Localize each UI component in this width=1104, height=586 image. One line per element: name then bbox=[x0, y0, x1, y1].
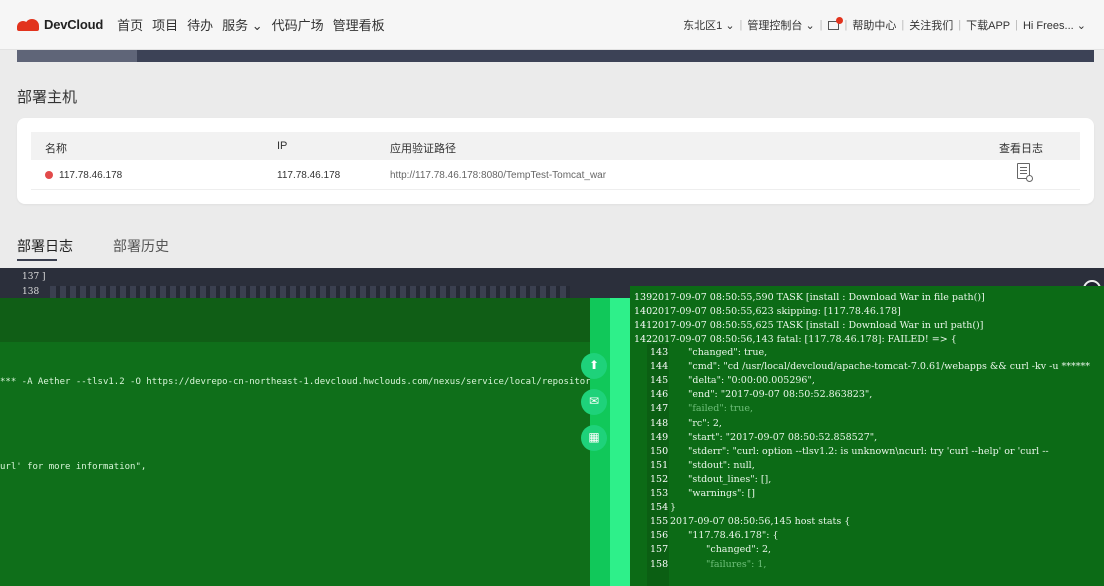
console-menu[interactable]: 管理控制台 ⌄ bbox=[747, 17, 814, 33]
line-number: 153 bbox=[650, 488, 669, 499]
header-bar-segment bbox=[17, 50, 137, 62]
download-app-link[interactable]: 下载APP bbox=[966, 17, 1010, 33]
divider: | bbox=[819, 19, 823, 31]
top-nav: DevCloud 首页 项目 待办 服务 ⌄ 代码广场 管理看板 东北区1 ⌄ … bbox=[0, 0, 1104, 50]
line-number: 155 bbox=[650, 516, 669, 528]
log-line: 2017-09-07 08:50:56,145 host stats { bbox=[670, 516, 851, 528]
logo-text: DevCloud bbox=[44, 17, 104, 32]
tab-deploy-log[interactable]: 部署日志 bbox=[17, 236, 73, 256]
tab-deploy-history[interactable]: 部署历史 bbox=[113, 236, 169, 256]
mail-icon: ✉ bbox=[588, 394, 600, 408]
help-center-link[interactable]: 帮助中心 bbox=[852, 17, 896, 33]
log-line: } bbox=[670, 502, 677, 514]
divider: | bbox=[1015, 19, 1018, 31]
divider: | bbox=[739, 19, 743, 31]
log-panel-left-top bbox=[0, 298, 596, 342]
log-line-137: 137 ] bbox=[22, 272, 46, 282]
line-number: 145 bbox=[650, 375, 669, 387]
follow-us-link[interactable]: 关注我们 bbox=[909, 17, 953, 33]
log-line: "rc": 2, bbox=[688, 417, 722, 429]
line-number: 158 bbox=[650, 558, 669, 570]
line-number: 151 bbox=[650, 459, 669, 471]
log-line: "end": "2017-09-07 08:50:52.863823", bbox=[688, 389, 873, 401]
table-row: 117.78.46.178 117.78.46.178 http://117.7… bbox=[31, 160, 1080, 190]
cloud-logo-icon bbox=[17, 18, 39, 31]
help-fragment: url' for more information", bbox=[0, 462, 147, 472]
nav-todo[interactable]: 待办 bbox=[187, 15, 213, 34]
line-number: 157 bbox=[650, 544, 669, 556]
log-line: "failures": 1, bbox=[706, 558, 767, 570]
line-number: 148 bbox=[650, 417, 669, 429]
active-tab-indicator bbox=[17, 259, 57, 261]
line-number: 156 bbox=[650, 530, 669, 542]
divider: | bbox=[958, 19, 962, 31]
devcloud-logo[interactable]: DevCloud bbox=[17, 17, 103, 32]
divider: | bbox=[901, 19, 905, 31]
feedback-button[interactable]: ✉ bbox=[581, 389, 607, 415]
line-number: 144 bbox=[650, 361, 669, 373]
log-line: "stdout_lines": [], bbox=[688, 473, 772, 485]
log-line: "warnings": [] bbox=[688, 488, 755, 499]
status-dot bbox=[45, 171, 53, 179]
nav-projects[interactable]: 项目 bbox=[152, 15, 178, 34]
line-number: 146 bbox=[650, 389, 669, 401]
page-title: 部署主机 bbox=[17, 89, 78, 106]
main-nav: 首页 项目 待办 服务 ⌄ 代码广场 管理看板 bbox=[117, 15, 394, 34]
log-line-138: 138 bbox=[22, 287, 40, 297]
host-name: 117.78.46.178 bbox=[59, 170, 123, 181]
table-header: 名称 IP 应用验证路径 查看日志 bbox=[31, 132, 1080, 160]
host-ip: 117.78.46.178 bbox=[277, 170, 341, 181]
line-number: 143 bbox=[650, 347, 669, 358]
col-log: 查看日志 bbox=[999, 143, 1043, 155]
view-log-icon[interactable] bbox=[1017, 163, 1033, 182]
nav-code-square[interactable]: 代码广场 bbox=[272, 15, 324, 34]
line-number: 149 bbox=[650, 431, 669, 443]
qrcode-button[interactable]: ▦ bbox=[581, 425, 607, 451]
nav-home[interactable]: 首页 bbox=[117, 15, 143, 34]
log-line: "stderr": "curl: option --tlsv1.2: is un… bbox=[688, 445, 1049, 457]
log-line: "changed": true, bbox=[688, 347, 768, 358]
nav-services[interactable]: 服务 ⌄ bbox=[222, 15, 263, 34]
log-line: "stdout": null, bbox=[688, 459, 755, 471]
region-select[interactable]: 东北区1 ⌄ bbox=[683, 17, 734, 33]
line-number: 147 bbox=[650, 403, 669, 415]
col-path: 应用验证路径 bbox=[390, 143, 456, 155]
nav-right: 东北区1 ⌄ | 管理控制台 ⌄ | | 帮助中心 | 关注我们 | 下载APP… bbox=[683, 0, 1086, 50]
log-line: "cmd": "cd /usr/local/devcloud/apache-to… bbox=[688, 361, 1091, 373]
log-line: "changed": 2, bbox=[706, 544, 772, 556]
log-line: 1402017-09-07 08:50:55,623 skipping: [11… bbox=[634, 306, 901, 317]
log-line: "117.78.46.178": { bbox=[688, 530, 779, 542]
log-divider-highlight bbox=[610, 298, 630, 586]
log-line: 1422017-09-07 08:50:56,143 fatal: [117.7… bbox=[634, 334, 957, 345]
log-line: "failed": true, bbox=[688, 403, 754, 415]
log-line: "start": "2017-09-07 08:50:52.858527", bbox=[688, 431, 878, 443]
log-line: 1392017-09-07 08:50:55,590 TASK [install… bbox=[634, 292, 985, 303]
col-name: 名称 bbox=[45, 143, 67, 155]
nav-dashboard[interactable]: 管理看板 bbox=[333, 15, 385, 34]
line-number: 150 bbox=[650, 445, 669, 457]
host-path-link[interactable]: http://117.78.46.178:8080/TempTest-Tomca… bbox=[390, 170, 606, 181]
host-name-cell: 117.78.46.178 bbox=[45, 170, 122, 181]
hosts-card: 名称 IP 应用验证路径 查看日志 117.78.46.178 117.78.4… bbox=[17, 118, 1094, 204]
divider: | bbox=[844, 19, 848, 31]
message-icon[interactable] bbox=[827, 16, 843, 30]
qrcode-icon: ▦ bbox=[588, 430, 600, 444]
line-number: 152 bbox=[650, 473, 669, 485]
line-number: 154 bbox=[650, 502, 669, 514]
user-menu[interactable]: Hi Frees... ⌄ bbox=[1023, 19, 1086, 32]
log-line: "delta": "0:00:00.005296", bbox=[688, 375, 815, 387]
col-ip: IP bbox=[277, 140, 288, 152]
arrow-up-icon: ⬆ bbox=[588, 358, 600, 372]
cmd-fragment: *** -A Aether --tlsv1.2 -O https://devre… bbox=[0, 377, 624, 387]
log-line: 1412017-09-07 08:50:55,625 TASK [install… bbox=[634, 320, 984, 331]
notification-dot bbox=[835, 16, 843, 24]
header-bar bbox=[17, 50, 1094, 62]
back-to-top-button[interactable]: ⬆ bbox=[581, 353, 607, 379]
